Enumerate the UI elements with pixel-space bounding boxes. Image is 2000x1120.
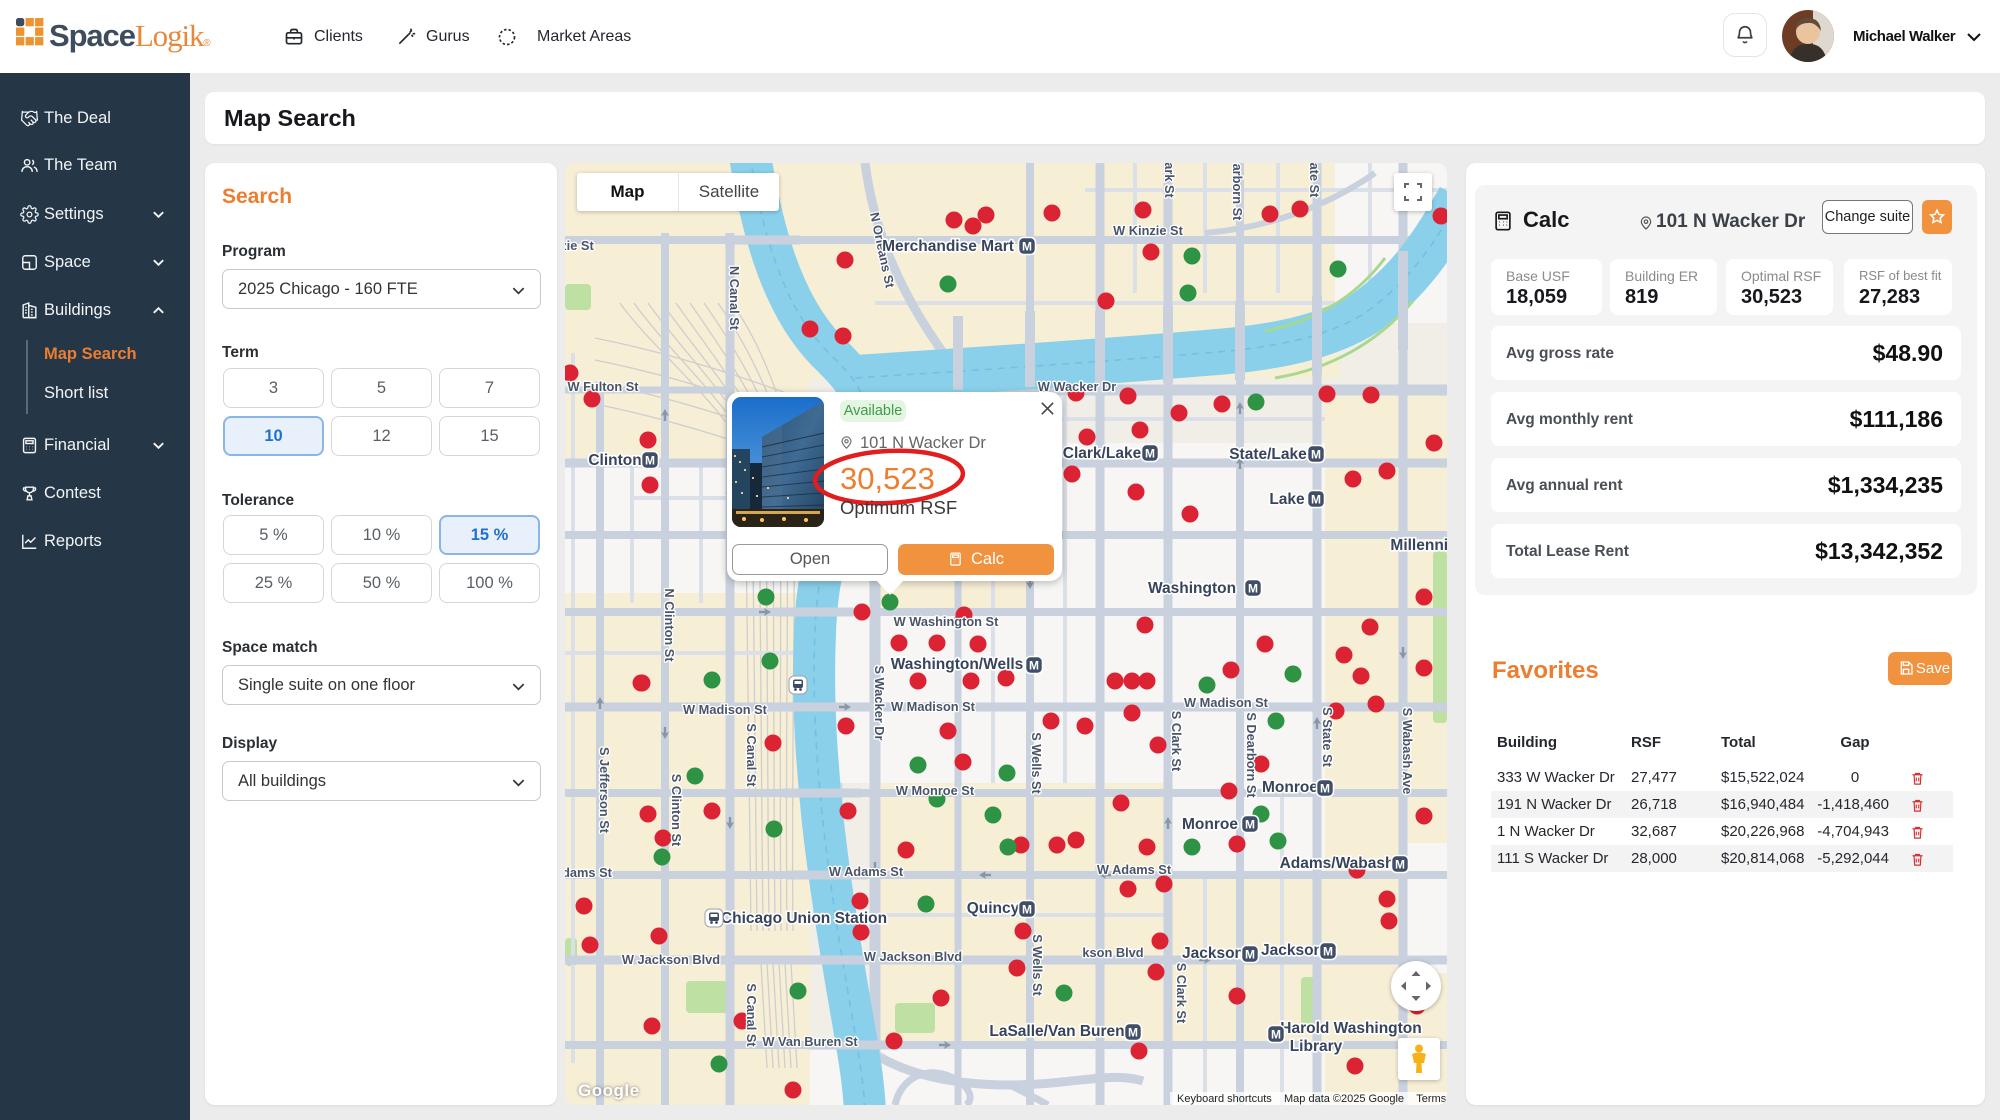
svg-text:S State St: S State St xyxy=(1320,707,1335,767)
svg-text:M: M xyxy=(1323,945,1333,959)
svg-text:M: M xyxy=(645,454,655,468)
svg-text:W Kinzie St: W Kinzie St xyxy=(1113,223,1183,238)
svg-text:Chicago Union Station: Chicago Union Station xyxy=(721,910,887,927)
svg-text:ark St: ark St xyxy=(1162,163,1177,199)
svg-text:M: M xyxy=(1029,659,1039,673)
svg-text:W Madison St: W Madison St xyxy=(1184,695,1269,710)
svg-text:W Adams St: W Adams St xyxy=(1097,862,1172,877)
svg-text:ate St: ate St xyxy=(1307,163,1322,198)
svg-text:S Clark St: S Clark St xyxy=(1174,963,1189,1024)
svg-text:S Canal St: S Canal St xyxy=(744,723,759,787)
svg-text:W Monroe St: W Monroe St xyxy=(896,783,975,798)
svg-text:N Clinton St: N Clinton St xyxy=(662,588,677,662)
svg-text:Washington: Washington xyxy=(1148,580,1236,597)
svg-text:M: M xyxy=(1311,493,1321,507)
svg-text:Adams/Wabash: Adams/Wabash xyxy=(1280,855,1395,872)
svg-text:S Wells St: S Wells St xyxy=(1029,732,1044,794)
svg-text:M: M xyxy=(1022,240,1032,254)
svg-text:Washington/Wells: Washington/Wells xyxy=(891,656,1024,673)
svg-text:W Fulton St: W Fulton St xyxy=(567,379,639,394)
svg-text:M: M xyxy=(1248,582,1258,596)
svg-text:M: M xyxy=(1311,448,1321,462)
svg-text:S Canal St: S Canal St xyxy=(744,983,759,1047)
svg-text:Harold Washington: Harold Washington xyxy=(1280,1020,1422,1037)
svg-text:State/Lake: State/Lake xyxy=(1229,446,1307,463)
svg-text:kson Blvd: kson Blvd xyxy=(1082,945,1143,960)
svg-text:W Jackson Blvd: W Jackson Blvd xyxy=(622,952,720,967)
svg-text:Monroe: Monroe xyxy=(1262,779,1318,796)
svg-text:M: M xyxy=(1022,903,1032,917)
svg-text:Monroe: Monroe xyxy=(1182,816,1238,833)
svg-text:S Clinton St: S Clinton St xyxy=(669,774,684,847)
svg-text:W Washington St: W Washington St xyxy=(894,614,999,629)
svg-text:W Van Buren St: W Van Buren St xyxy=(762,1034,858,1049)
svg-text:Millenniu: Millenniu xyxy=(1390,537,1447,554)
svg-text:zie St: zie St xyxy=(565,238,594,253)
svg-text:S Wabash Ave: S Wabash Ave xyxy=(1400,708,1415,795)
svg-text:S Clark St: S Clark St xyxy=(1169,711,1184,772)
svg-text:W Madison St: W Madison St xyxy=(891,699,976,714)
svg-text:Quincy: Quincy xyxy=(967,900,1020,917)
svg-text:M: M xyxy=(1271,1028,1281,1042)
svg-text:S Wacker Dr: S Wacker Dr xyxy=(872,666,887,741)
svg-text:S Jefferson St: S Jefferson St xyxy=(597,747,612,834)
svg-text:Clark/Lake: Clark/Lake xyxy=(1063,445,1142,462)
svg-text:M: M xyxy=(1245,818,1255,832)
svg-text:W Adams St: W Adams St xyxy=(829,864,904,879)
svg-text:M: M xyxy=(1320,782,1330,796)
svg-text:M: M xyxy=(1395,858,1405,872)
svg-text:arborn St: arborn St xyxy=(1230,164,1245,222)
svg-text:Merchandise Mart: Merchandise Mart xyxy=(882,238,1014,255)
svg-text:Clinton: Clinton xyxy=(588,452,641,469)
svg-text:M: M xyxy=(1245,948,1255,962)
svg-text:S Wells St: S Wells St xyxy=(1030,934,1045,996)
svg-text:M: M xyxy=(1128,1026,1138,1040)
svg-text:M: M xyxy=(1145,447,1155,461)
svg-text:Library: Library xyxy=(1290,1038,1343,1055)
svg-text:W Madison St: W Madison St xyxy=(683,702,768,717)
svg-text:dams St: dams St xyxy=(565,865,613,880)
svg-text:Lake: Lake xyxy=(1269,491,1305,508)
svg-text:S Dearborn St: S Dearborn St xyxy=(1244,712,1259,798)
svg-text:LaSalle/Van Buren: LaSalle/Van Buren xyxy=(989,1023,1124,1040)
svg-text:W Jackson Blvd: W Jackson Blvd xyxy=(864,949,962,964)
svg-text:N Canal St: N Canal St xyxy=(727,266,742,331)
svg-text:Jackson: Jackson xyxy=(1261,942,1323,959)
svg-text:Jackson: Jackson xyxy=(1182,945,1244,962)
